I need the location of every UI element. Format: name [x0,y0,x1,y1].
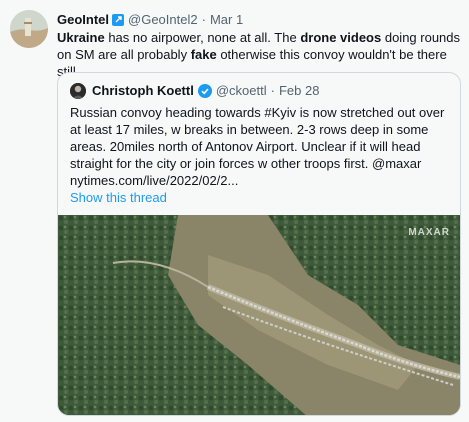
quoted-author-avatar[interactable] [70,83,86,99]
image-watermark: MAXAR [408,227,450,238]
quoted-author-name[interactable]: Christoph Koettl [92,83,194,99]
tweet-date[interactable]: Mar 1 [210,12,243,28]
quoted-text: Russian convoy heading towards #Kyiv is … [70,105,445,188]
verified-badge-icon [197,84,212,98]
satellite-image-graphic [58,215,460,415]
separator-dot: · [201,12,206,27]
tweet-text-segment: Ukraine [57,30,105,45]
author-avatar[interactable] [10,10,48,48]
separator-dot: · [270,83,275,98]
external-link-icon [112,14,125,26]
tweet[interactable]: GeoIntel @GeoIntel2 · Mar 1 Ukraine has … [0,0,469,422]
quoted-header: Christoph Koettl @ckoettl · Feb 28 [70,83,319,99]
tweet-header: GeoIntel @GeoIntel2 · Mar 1 [57,12,243,28]
author-name[interactable]: GeoIntel [57,12,109,28]
author-handle[interactable]: @GeoIntel2 [128,12,198,28]
quoted-author-handle[interactable]: @ckoettl [216,83,267,99]
show-thread-link[interactable]: Show this thread [70,190,167,205]
quoted-date[interactable]: Feb 28 [279,83,319,99]
tweet-text-segment: drone videos [300,30,382,45]
quoted-tweet[interactable]: Christoph Koettl @ckoettl · Feb 28 Russi… [57,72,461,416]
tweet-text-segment: fake [190,47,217,62]
tweet-text-segment: has no airpower, none at all. The [104,30,301,45]
satellite-image[interactable]: MAXAR [58,215,460,415]
